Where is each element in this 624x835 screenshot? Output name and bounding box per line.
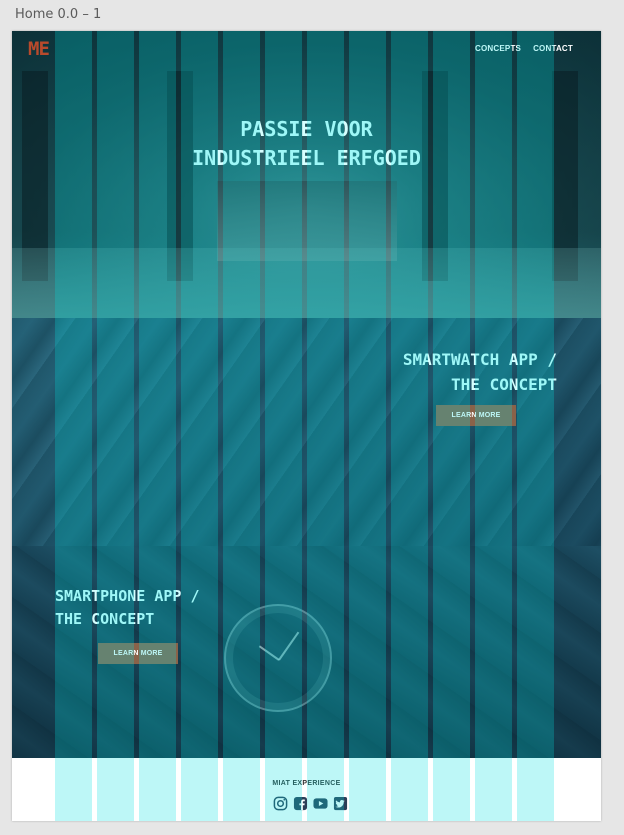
footer (12, 758, 601, 821)
hero-title: PASSIE VOOR INDUSTRIEEL ERFGOED (12, 115, 601, 173)
smartwatch-title-line: SMARTWATCH APP / (402, 350, 557, 369)
smartphone-title: SMARTPHONE APP / THE CONCEPT (55, 585, 200, 631)
artboard-label: Home 0.0 – 1 (15, 7, 102, 22)
watch-hand (278, 631, 300, 661)
logo[interactable]: ME (28, 39, 56, 59)
footer-title: MIAT EXPERIENCE (272, 780, 341, 787)
smartphone-title-line: SMARTPHONE APP / (55, 587, 200, 605)
nav-link-contact[interactable]: CONTACT (533, 44, 573, 53)
watch-graphic (224, 604, 332, 712)
twitter-icon[interactable] (333, 796, 348, 811)
smartphone-learn-more-button[interactable]: LEARN MORE (98, 643, 178, 664)
smartphone-title-line: THE CONCEPT (55, 610, 155, 628)
hero-section (12, 31, 601, 318)
watch-hand (258, 645, 280, 661)
hero-title-line: PASSIE VOOR (240, 117, 373, 141)
smartwatch-title-line: THE CONCEPT (451, 375, 557, 394)
smartwatch-learn-more-button[interactable]: LEARN MORE (436, 405, 516, 426)
smartwatch-title: SMARTWATCH APP / THE CONCEPT (403, 347, 557, 397)
artboard: ME CONCEPTS CONTACT PASSIE VOOR INDUSTRI… (12, 31, 601, 821)
hero-floor (12, 248, 601, 318)
instagram-icon[interactable] (273, 796, 288, 811)
social-links (273, 796, 348, 811)
facebook-icon[interactable] (293, 796, 308, 811)
youtube-icon[interactable] (313, 796, 328, 811)
nav-link-concepts[interactable]: CONCEPTS (475, 44, 521, 53)
nav-links: CONCEPTS CONTACT (475, 44, 573, 53)
hero-title-line: INDUSTRIEEL ERFGOED (192, 146, 421, 170)
